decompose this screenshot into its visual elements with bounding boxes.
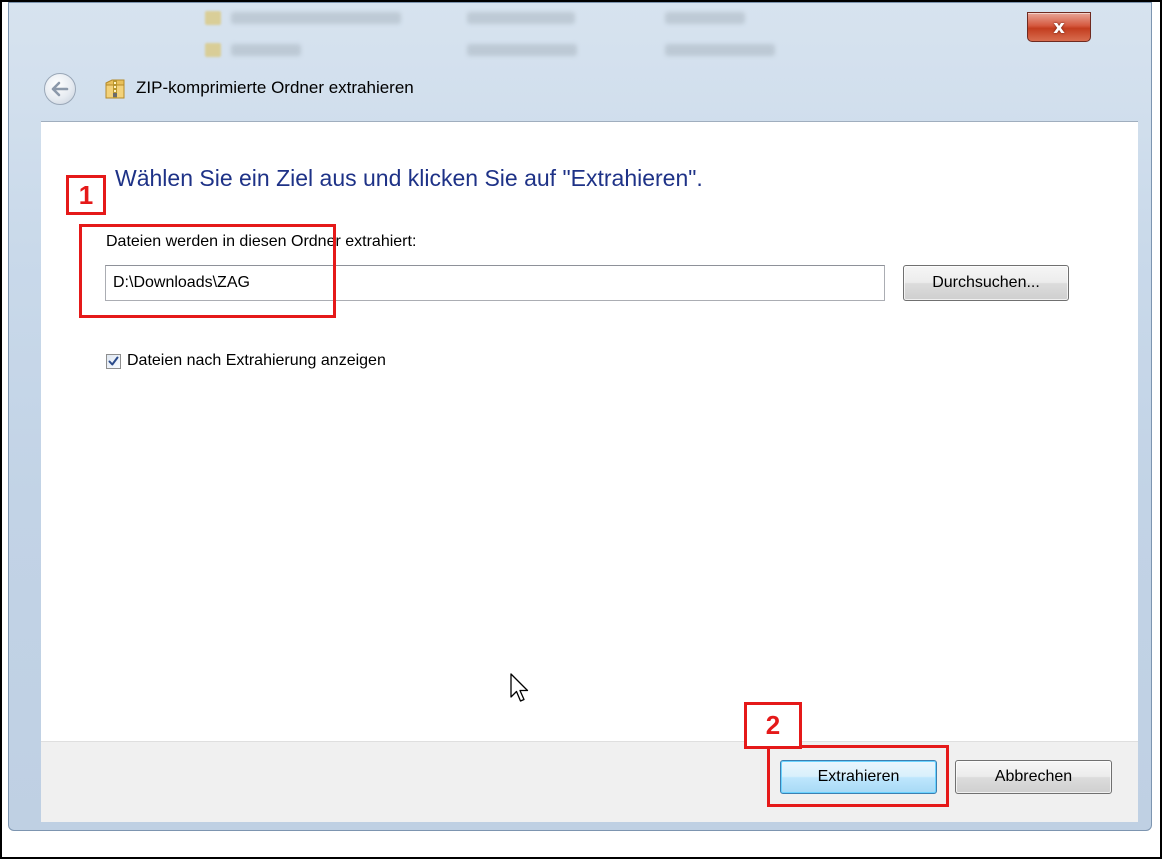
back-arrow-icon [51,81,69,97]
browse-button[interactable]: Durchsuchen... [903,265,1069,301]
background-blur [467,12,575,24]
window-title: ZIP-komprimierte Ordner extrahieren [136,78,414,97]
instruction-heading: Wählen Sie ein Ziel aus und klicken Sie … [115,165,703,191]
back-button[interactable] [44,73,76,105]
show-files-label: Dateien nach Extrahierung anzeigen [127,352,386,369]
annotation-highlight-extract [767,745,949,807]
checkmark-icon [108,356,119,365]
background-blur [665,44,775,56]
show-files-option[interactable]: Dateien nach Extrahierung anzeigen [106,352,386,370]
annotation-step-2: 2 [744,702,802,749]
background-folder-icon [205,43,221,57]
background-blur [231,12,401,24]
cancel-button[interactable]: Abbrechen [955,760,1112,794]
close-button[interactable]: x [1027,12,1091,42]
show-files-checkbox[interactable] [106,353,121,369]
background-blur [467,44,577,56]
background-folder-icon [205,11,221,25]
mouse-pointer-icon [510,673,529,702]
annotation-highlight-destination [79,224,336,318]
close-icon: x [1053,16,1065,38]
content-pane [41,121,1138,742]
background-blur [231,44,301,56]
background-blur [665,12,745,24]
annotation-step-1: 1 [66,175,106,215]
zip-folder-icon [105,79,125,99]
